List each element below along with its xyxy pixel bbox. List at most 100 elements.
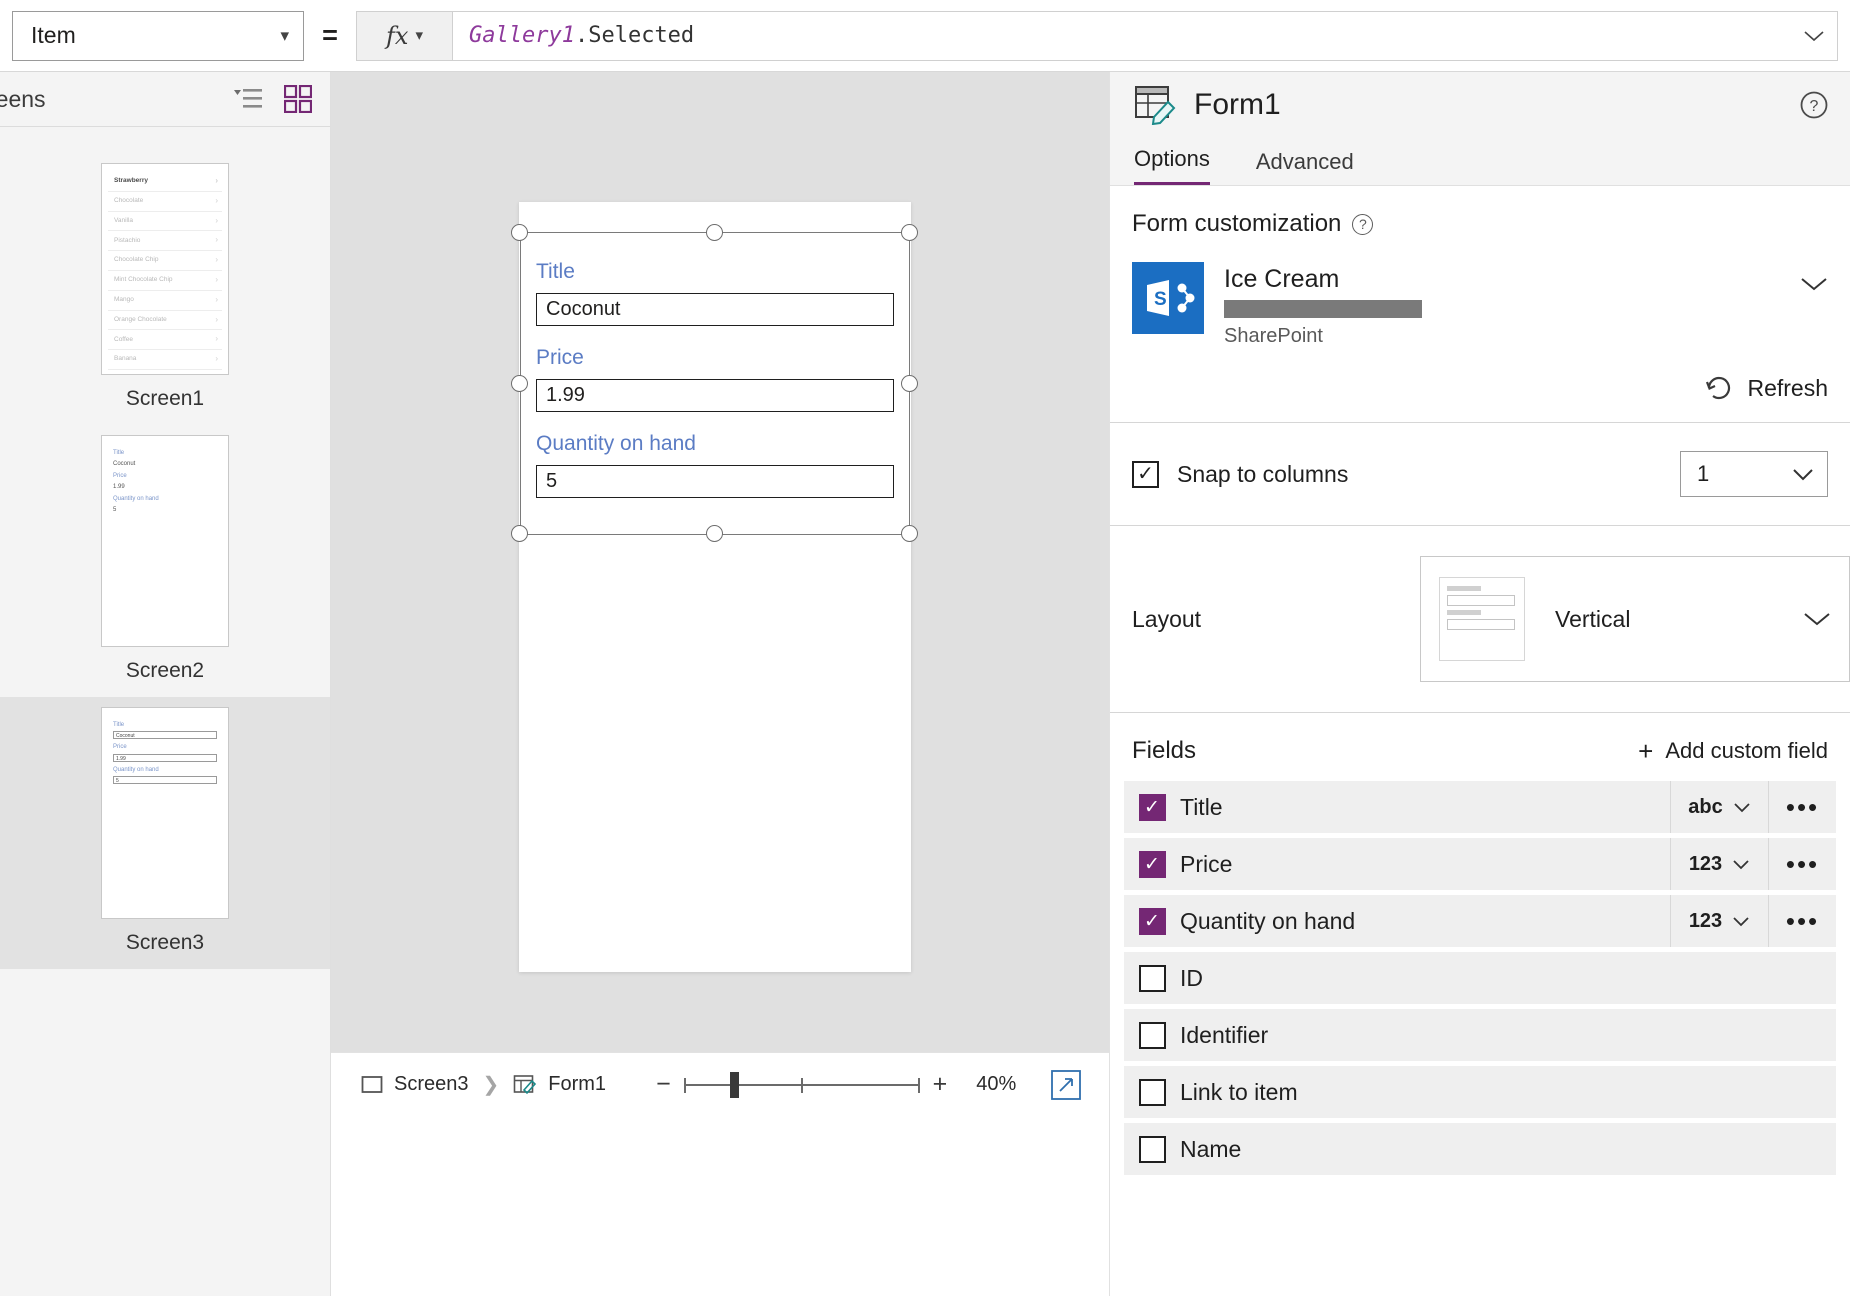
thumb-item-label: Strawberry bbox=[114, 177, 148, 185]
help-icon[interactable]: ? bbox=[1352, 213, 1374, 235]
screen-thumbnail-item-2[interactable]: Title Coconut Price 1.99 Quantity on han… bbox=[0, 425, 330, 697]
field-type-dropdown[interactable]: 123 bbox=[1670, 895, 1768, 947]
resize-handle-top-left[interactable] bbox=[511, 224, 528, 241]
resize-handle-bottom-right[interactable] bbox=[901, 525, 918, 542]
layout-dropdown[interactable]: Vertical bbox=[1420, 556, 1850, 682]
chevron-down-icon bbox=[1803, 611, 1831, 627]
form-field-input-quantity[interactable]: 5 bbox=[536, 465, 894, 498]
formula-input[interactable]: Gallery1 .Selected bbox=[453, 12, 1791, 60]
resize-handle-bottom-left[interactable] bbox=[511, 525, 528, 542]
form-field-input-price[interactable]: 1.99 bbox=[536, 379, 894, 412]
refresh-button[interactable]: Refresh bbox=[1132, 374, 1828, 402]
thumb-list-item: Mint Chocolate Chip › bbox=[108, 271, 222, 291]
tab-options[interactable]: Options bbox=[1134, 146, 1210, 185]
formula-expand-button[interactable] bbox=[1791, 12, 1837, 60]
thumb-item-label: Chocolate Chip bbox=[114, 256, 159, 264]
chevron-right-icon: › bbox=[215, 176, 218, 185]
field-checkbox-cell[interactable] bbox=[1124, 1021, 1180, 1049]
field-checkbox-cell[interactable]: ✓ bbox=[1124, 850, 1180, 878]
add-custom-field-button[interactable]: + Add custom field bbox=[1638, 738, 1828, 764]
field-name: ID bbox=[1180, 964, 1203, 991]
grid-view-icon[interactable] bbox=[284, 85, 312, 113]
chevron-right-icon: › bbox=[215, 354, 218, 364]
breadcrumb-separator-icon: ❯ bbox=[482, 1074, 500, 1096]
data-source-chevron-down-icon[interactable] bbox=[1800, 262, 1828, 292]
form-customization-label: Form customization bbox=[1132, 210, 1342, 237]
plus-icon: + bbox=[1638, 736, 1654, 766]
zoom-slider-knob[interactable] bbox=[729, 1071, 739, 1098]
field-more-button[interactable]: ••• bbox=[1768, 781, 1836, 833]
zoom-out-button[interactable]: − bbox=[656, 1070, 671, 1099]
field-name: Price bbox=[1180, 850, 1233, 877]
field-checkbox bbox=[1138, 1021, 1166, 1049]
preview-label-bar bbox=[1447, 610, 1481, 615]
field-row-price[interactable]: ✓ Price 123 ••• bbox=[1124, 838, 1836, 890]
chevron-down-icon bbox=[1734, 802, 1750, 812]
data-source-type: SharePoint bbox=[1224, 325, 1323, 347]
property-dropdown[interactable]: Item ▾ bbox=[12, 10, 304, 61]
screen-thumbnail-item-3[interactable]: Title Coconut Price 1.99 Quantity on han… bbox=[0, 697, 330, 969]
resize-handle-middle-right[interactable] bbox=[901, 375, 918, 392]
field-checkbox-cell[interactable] bbox=[1124, 1078, 1180, 1106]
field-checkbox-cell[interactable] bbox=[1124, 1135, 1180, 1163]
thumb-list-item: Pistachio › bbox=[108, 231, 222, 252]
form-field-label: Price bbox=[536, 346, 584, 369]
field-checkbox bbox=[1138, 1078, 1166, 1106]
field-row-name[interactable]: Name bbox=[1124, 1123, 1836, 1175]
zoom-in-button[interactable]: + bbox=[933, 1070, 948, 1099]
field-type-dropdown[interactable]: abc bbox=[1670, 781, 1768, 833]
columns-count-dropdown[interactable]: 1 bbox=[1680, 451, 1828, 497]
data-source-row[interactable]: S Ice Cream SharePoint bbox=[1132, 262, 1828, 348]
fx-button[interactable]: fx ▾ bbox=[357, 11, 453, 60]
field-row-identifier[interactable]: Identifier bbox=[1124, 1009, 1836, 1061]
snap-to-columns-label: Snap to columns bbox=[1177, 460, 1349, 487]
zoom-slider[interactable] bbox=[683, 1071, 920, 1098]
thumb-list-item: Orange Chocolate › bbox=[108, 311, 222, 331]
thumb-field-value: 1.99 bbox=[113, 484, 125, 491]
resize-handle-bottom-center[interactable] bbox=[706, 525, 723, 542]
resize-handle-middle-left[interactable] bbox=[511, 375, 528, 392]
field-checkbox-cell[interactable] bbox=[1124, 964, 1180, 992]
field-row-quantity-on-hand[interactable]: ✓ Quantity on hand 123 ••• bbox=[1124, 895, 1836, 947]
data-source-name: Ice Cream bbox=[1224, 265, 1340, 293]
chevron-right-icon: › bbox=[215, 314, 218, 324]
chevron-right-icon: › bbox=[215, 294, 218, 304]
tree-view-icon[interactable] bbox=[234, 87, 262, 111]
resize-handle-top-center[interactable] bbox=[706, 224, 723, 241]
field-row-title[interactable]: ✓ Title abc ••• bbox=[1124, 781, 1836, 833]
thumb-field-label: Quantity on hand bbox=[113, 766, 159, 773]
field-type-dropdown[interactable]: 123 bbox=[1670, 838, 1768, 890]
thumb-list-item: Chocolate Chip › bbox=[108, 251, 222, 271]
form-field-label: Quantity on hand bbox=[536, 432, 696, 455]
edit-form-fields: Title Coconut Price 1.99 Quantity on han… bbox=[536, 240, 894, 498]
layout-row: Layout Vertical bbox=[1110, 526, 1850, 713]
equals-sign: = bbox=[322, 20, 338, 50]
sidebar-title: reens bbox=[0, 85, 46, 112]
breadcrumb-control[interactable]: Form1 bbox=[513, 1073, 606, 1096]
fit-to-screen-icon[interactable] bbox=[1051, 1069, 1082, 1100]
form-field-input-title[interactable]: Coconut bbox=[536, 293, 894, 326]
thumb-field-input: 5 bbox=[113, 776, 217, 785]
chevron-right-icon: › bbox=[215, 334, 218, 344]
screen-thumbnail-item-1[interactable]: Strawberry › Chocolate › Vanilla › Pistachi… bbox=[0, 153, 330, 425]
tab-advanced[interactable]: Advanced bbox=[1256, 149, 1354, 185]
chevron-right-icon: › bbox=[215, 255, 218, 265]
app-canvas[interactable]: Title Coconut Price 1.99 Quantity on han… bbox=[331, 72, 1109, 1052]
field-more-button[interactable]: ••• bbox=[1768, 895, 1836, 947]
snap-to-columns-checkbox[interactable]: ✓ bbox=[1132, 460, 1159, 488]
panel-header: Form1 ? bbox=[1110, 72, 1850, 138]
thumb-item-label: Orange Chocolate bbox=[114, 315, 167, 323]
thumb-list-item: Chocolate › bbox=[108, 192, 222, 212]
help-icon[interactable]: ? bbox=[1800, 91, 1828, 119]
formula-identifier: Gallery1 bbox=[469, 23, 575, 48]
breadcrumb-screen[interactable]: Screen3 bbox=[361, 1073, 469, 1096]
field-row-id[interactable]: ID bbox=[1124, 952, 1836, 1004]
field-row-link-to-item[interactable]: Link to item bbox=[1124, 1066, 1836, 1118]
resize-handle-top-right[interactable] bbox=[901, 224, 918, 241]
thumb-edit-form: Title Coconut Price 1.99 Quantity on han… bbox=[108, 716, 222, 791]
field-checkbox-cell[interactable]: ✓ bbox=[1124, 793, 1180, 821]
check-icon: ✓ bbox=[1137, 463, 1154, 485]
chevron-down-icon: ▾ bbox=[280, 26, 289, 45]
field-more-button[interactable]: ••• bbox=[1768, 838, 1836, 890]
field-checkbox-cell[interactable]: ✓ bbox=[1124, 907, 1180, 935]
